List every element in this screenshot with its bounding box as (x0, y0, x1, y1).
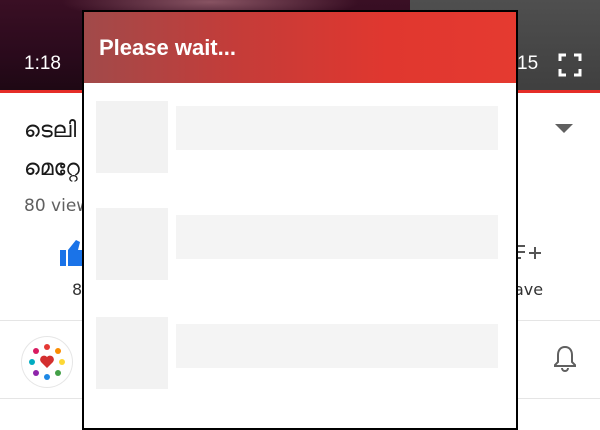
loading-dialog: Please wait... (82, 10, 518, 430)
skeleton-text-line (176, 324, 498, 368)
like-count: 8 (72, 280, 83, 299)
skeleton-text-line (176, 215, 498, 259)
dialog-header: Please wait... (84, 12, 516, 83)
save-label: ave (514, 280, 544, 299)
duration-time: 15 (517, 53, 539, 74)
dialog-title: Please wait... (99, 35, 236, 60)
channel-logo-icon (29, 344, 65, 380)
skeleton-text-line (176, 106, 498, 150)
thumbs-up-icon[interactable] (58, 238, 84, 268)
video-title-line-1: ടെലി (24, 118, 77, 143)
video-title-line-2: മെറ്റേ (24, 156, 80, 181)
channel-avatar[interactable] (22, 337, 72, 387)
current-time: 1:18 (24, 53, 61, 74)
bell-icon[interactable] (553, 344, 577, 372)
expand-description-icon[interactable] (553, 122, 575, 136)
save-to-playlist-icon[interactable] (515, 242, 541, 266)
skeleton-thumbnail (96, 101, 168, 173)
view-count: 80 view (24, 196, 91, 216)
skeleton-thumbnail (96, 208, 168, 280)
fullscreen-icon[interactable] (558, 53, 582, 77)
skeleton-thumbnail (96, 317, 168, 389)
